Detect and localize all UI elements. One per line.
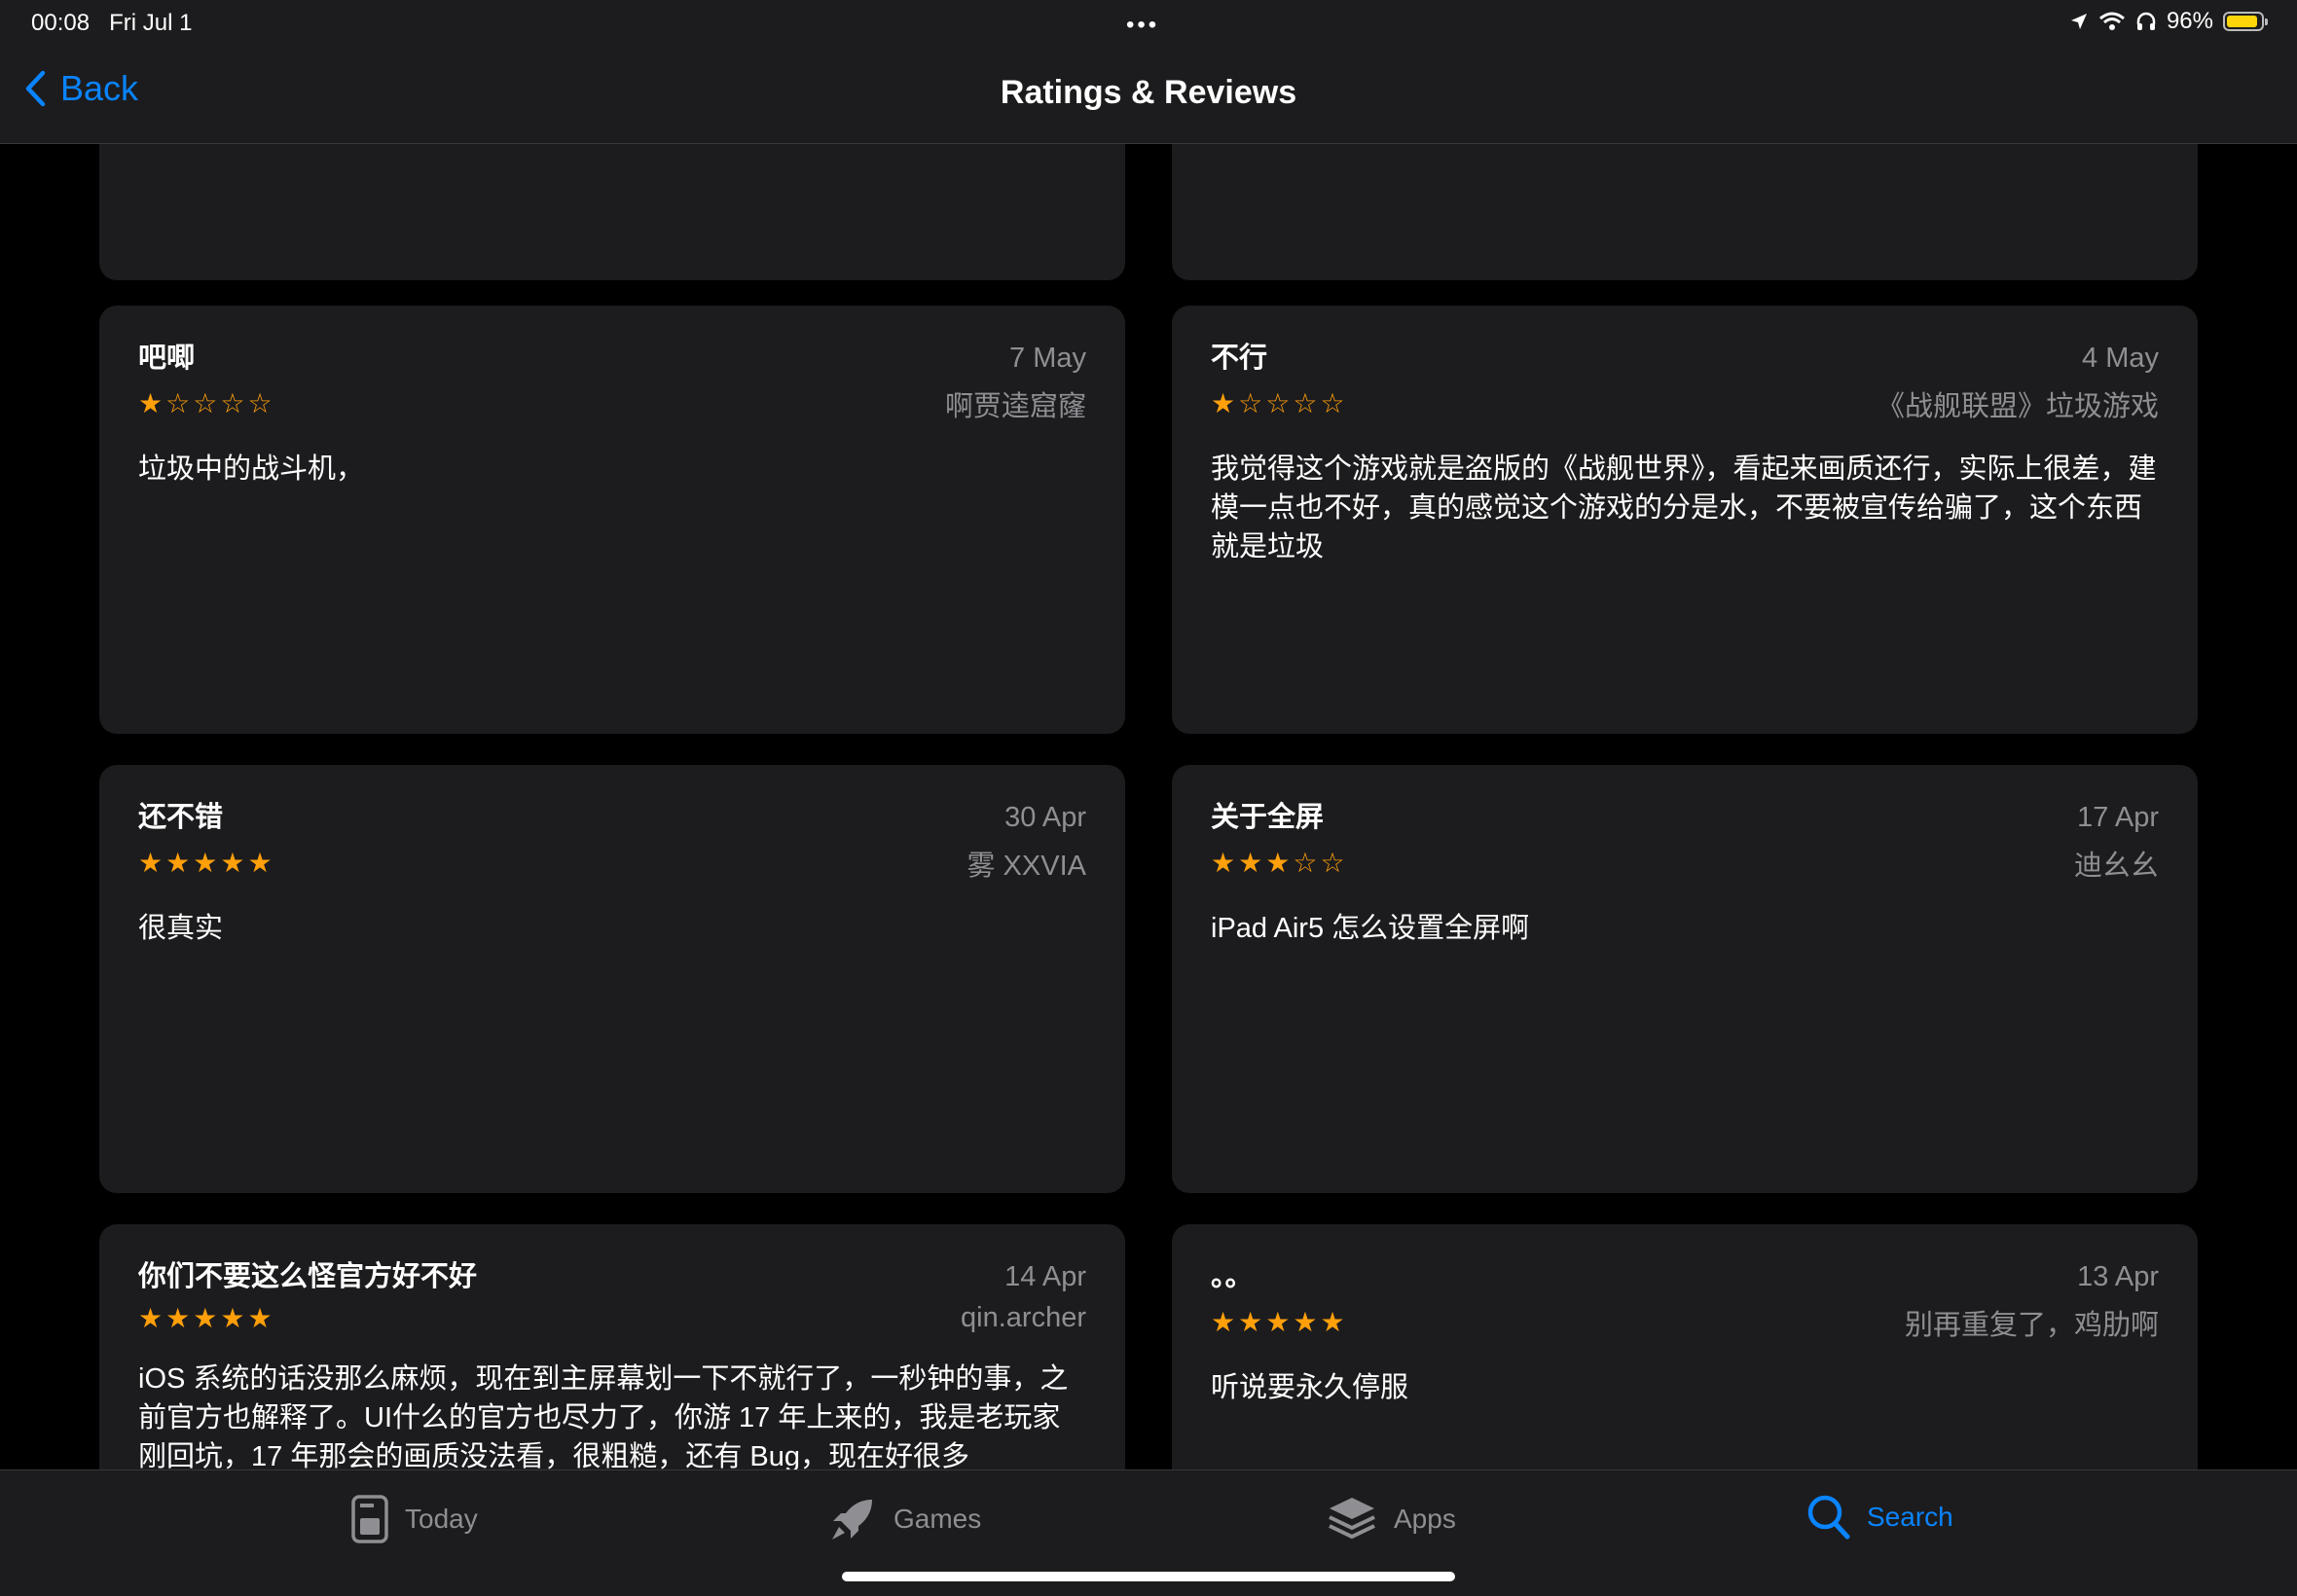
tab-apps[interactable]: Apps bbox=[1326, 1494, 1456, 1544]
review-card[interactable]: 关于全屏 17 Apr ★ ★ ★ ☆ ☆ 迪幺幺 iPad Air5 怎么设置全屏啊 bbox=[1172, 765, 2198, 1193]
star-filled-icon: ★ bbox=[138, 848, 164, 878]
star-filled-icon: ★ bbox=[165, 1302, 191, 1333]
review-date: 30 Apr bbox=[1004, 802, 1086, 833]
tab-today[interactable]: Today bbox=[350, 1494, 478, 1544]
page-title: Ratings & Reviews bbox=[1000, 74, 1297, 111]
navigation-bar: Back Ratings & Reviews bbox=[0, 49, 2297, 144]
status-time: 00:08 bbox=[31, 10, 91, 36]
rocket-icon bbox=[832, 1500, 872, 1540]
star-filled-icon: ★ bbox=[220, 1302, 245, 1333]
review-title: 你们不要这么怪官方好不好 bbox=[138, 1261, 478, 1292]
review-date: 17 Apr bbox=[2077, 802, 2159, 833]
review-author: qin.archer bbox=[961, 1302, 1086, 1333]
star-rating: ★ ★ ★ ★ ★ bbox=[138, 850, 273, 877]
review-date: 4 May bbox=[2082, 343, 2159, 374]
review-title: 还不错 bbox=[138, 802, 224, 833]
review-author: 别再重复了，鸡肋啊 bbox=[1904, 1310, 2159, 1341]
star-filled-icon: ★ bbox=[138, 1302, 164, 1333]
review-title: 关于全屏 bbox=[1211, 802, 1325, 833]
star-empty-icon: ☆ bbox=[193, 388, 218, 418]
location-icon bbox=[2070, 14, 2087, 29]
home-indicator[interactable] bbox=[842, 1572, 1455, 1581]
star-filled-icon: ★ bbox=[193, 848, 218, 878]
tab-label: Today bbox=[405, 1504, 478, 1534]
star-filled-icon: ★ bbox=[1238, 848, 1263, 878]
tab-search[interactable]: Search bbox=[1806, 1494, 1953, 1541]
today-icon bbox=[351, 1495, 388, 1543]
star-rating: ★ ☆ ☆ ☆ ☆ bbox=[1211, 390, 1345, 417]
review-date: 13 Apr bbox=[2077, 1261, 2159, 1292]
star-empty-icon: ☆ bbox=[247, 388, 273, 418]
star-empty-icon: ☆ bbox=[165, 388, 191, 418]
star-empty-icon: ☆ bbox=[1320, 848, 1345, 878]
apps-stack-icon bbox=[1329, 1498, 1375, 1540]
star-empty-icon: ☆ bbox=[1238, 388, 1263, 418]
review-body: iOS 系统的话没那么麻烦，现在到主屏幕划一下不就行了，一秒钟的事，之前官方也解… bbox=[138, 1363, 1069, 1469]
star-filled-icon: ★ bbox=[1265, 848, 1291, 878]
review-body: iPad Air5 怎么设置全屏啊 bbox=[1211, 913, 1530, 944]
star-empty-icon: ☆ bbox=[1293, 848, 1318, 878]
star-filled-icon: ★ bbox=[1211, 848, 1236, 878]
review-card[interactable]: 你们不要这么怪官方好不好 14 Apr ★ ★ ★ ★ ★ qin.archer iOS… bbox=[99, 1224, 1125, 1469]
status-date: Fri Jul 1 bbox=[109, 10, 193, 36]
star-rating: ★ ★ ★ ★ ★ bbox=[1211, 1309, 1345, 1336]
review-author: 迪幺幺 bbox=[2073, 851, 2159, 882]
review-title: 不行 bbox=[1211, 343, 1268, 374]
review-body: 我觉得这个游戏就是盗版的《战舰世界》，看起来画质还行，实际上很差，建模一点也不好… bbox=[1211, 453, 2157, 562]
star-empty-icon: ☆ bbox=[1320, 388, 1345, 418]
review-body: 听说要永久停服 bbox=[1211, 1372, 1409, 1403]
review-title: 。。 bbox=[1211, 1261, 1254, 1292]
multitasking-dots-icon[interactable]: ••• bbox=[1126, 12, 1159, 39]
star-filled-icon: ★ bbox=[165, 848, 191, 878]
review-card[interactable]: 还不错 30 Apr ★ ★ ★ ★ ★ 雾 XXVIA 很真实 bbox=[99, 765, 1125, 1193]
review-card[interactable]: 。。 13 Apr ★ ★ ★ ★ ★ 别再重复了，鸡肋啊 听说要永久停服 bbox=[1172, 1224, 2198, 1469]
star-filled-icon: ★ bbox=[220, 848, 245, 878]
star-filled-icon: ★ bbox=[247, 848, 273, 878]
star-filled-icon: ★ bbox=[1320, 1307, 1345, 1337]
search-icon bbox=[1807, 1495, 1850, 1540]
headphones-icon bbox=[2136, 12, 2156, 30]
review-body: 垃圾中的战斗机， bbox=[138, 453, 365, 485]
review-author: 雾 XXVIA bbox=[966, 851, 1087, 882]
star-empty-icon: ☆ bbox=[1293, 388, 1318, 418]
review-card-partial[interactable] bbox=[99, 144, 1125, 280]
review-title: 吧唧 bbox=[138, 343, 196, 374]
review-date: 7 May bbox=[1009, 343, 1086, 374]
tab-games[interactable]: Games bbox=[827, 1494, 981, 1544]
battery-percent: 96% bbox=[2166, 8, 2213, 34]
battery-icon bbox=[2223, 12, 2268, 31]
star-filled-icon: ★ bbox=[1211, 1307, 1236, 1337]
review-card[interactable]: 吧唧 7 May ★ ☆ ☆ ☆ ☆ 啊贾逵窟窿 垃圾中的战斗机， bbox=[99, 306, 1125, 734]
status-time-date: 00:08 Fri Jul 1 bbox=[31, 10, 192, 37]
review-author: 《战舰联盟》垃圾游戏 bbox=[1876, 391, 2159, 422]
star-rating: ★ ★ ★ ☆ ☆ bbox=[1211, 850, 1345, 877]
star-empty-icon: ☆ bbox=[1265, 388, 1291, 418]
reviews-list[interactable]: 吧唧 7 May ★ ☆ ☆ ☆ ☆ 啊贾逵窟窿 垃圾中的战斗机， 不行 4 May ★… bbox=[0, 144, 2297, 1469]
star-filled-icon: ★ bbox=[193, 1302, 218, 1333]
review-body: 很真实 bbox=[138, 913, 224, 944]
star-filled-icon: ★ bbox=[1265, 1307, 1291, 1337]
wifi-icon bbox=[2098, 12, 2125, 30]
tab-label: Games bbox=[893, 1504, 982, 1534]
star-filled-icon: ★ bbox=[1293, 1307, 1318, 1337]
tab-label: Apps bbox=[1394, 1504, 1456, 1534]
status-bar: 00:08 Fri Jul 1 ••• 96% bbox=[0, 0, 2297, 49]
review-author: 啊贾逵窟窿 bbox=[944, 391, 1086, 422]
star-filled-icon: ★ bbox=[138, 388, 164, 418]
star-filled-icon: ★ bbox=[247, 1302, 273, 1333]
star-filled-icon: ★ bbox=[1211, 388, 1236, 418]
star-filled-icon: ★ bbox=[1238, 1307, 1263, 1337]
tab-label: Search bbox=[1867, 1502, 1953, 1532]
review-card[interactable]: 不行 4 May ★ ☆ ☆ ☆ ☆ 《战舰联盟》垃圾游戏 我觉得这个游戏就是盗版的《战… bbox=[1172, 306, 2198, 734]
review-card-partial[interactable] bbox=[1172, 144, 2198, 280]
review-date: 14 Apr bbox=[1004, 1261, 1086, 1292]
star-rating: ★ ★ ★ ★ ★ bbox=[138, 1302, 273, 1333]
star-empty-icon: ☆ bbox=[220, 388, 245, 418]
star-rating: ★ ☆ ☆ ☆ ☆ bbox=[138, 390, 273, 417]
status-icons: 96% bbox=[2069, 8, 2268, 35]
